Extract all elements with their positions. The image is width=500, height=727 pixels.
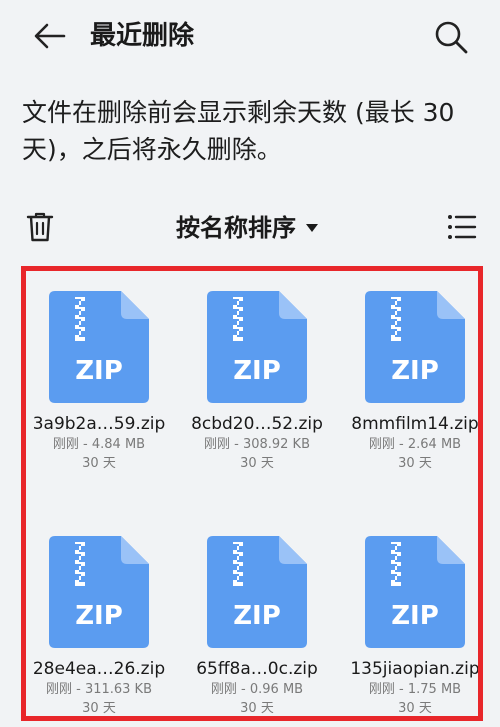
file-name: 3a9b2a…59.zip — [32, 414, 166, 434]
zip-badge: ZIP — [75, 601, 123, 631]
zip-file-icon: ZIP — [49, 536, 149, 648]
file-item[interactable]: ZIP 8cbd20…52.zip 刚刚 - 308.92 KB 30 天 — [189, 271, 343, 481]
delete-button[interactable] — [22, 208, 58, 246]
list-view-icon — [448, 215, 477, 239]
file-meta: 刚刚 - 311.63 KB — [45, 682, 153, 697]
file-item[interactable]: ZIP 28e4ea…26.zip 刚刚 - 311.63 KB 30 天 — [31, 516, 185, 716]
file-meta: 刚刚 - 2.64 MB — [368, 437, 462, 452]
file-grid-highlight: ZIP 3a9b2a…59.zip 刚刚 - 4.84 MB 30 天 ZIP … — [21, 266, 483, 721]
file-meta: 刚刚 - 0.96 MB — [210, 682, 304, 697]
file-item[interactable]: ZIP 3a9b2a…59.zip 刚刚 - 4.84 MB 30 天 — [31, 271, 185, 481]
zip-badge: ZIP — [391, 601, 439, 631]
zip-badge: ZIP — [233, 356, 281, 386]
zip-file-icon: ZIP — [207, 536, 307, 648]
zip-badge: ZIP — [391, 356, 439, 386]
file-item[interactable]: ZIP 65ff8a…0c.zip 刚刚 - 0.96 MB 30 天 — [189, 516, 343, 716]
page-title: 最近删除 — [90, 21, 195, 51]
file-meta: 刚刚 - 1.75 MB — [368, 682, 462, 697]
file-item[interactable]: ZIP 8mmfilm14.zip 刚刚 - 2.64 MB 30 天 — [347, 271, 478, 481]
file-days-remaining: 30 天 — [398, 456, 432, 471]
file-name: 65ff8a…0c.zip — [196, 659, 318, 679]
file-name: 28e4ea…26.zip — [32, 659, 166, 679]
view-toggle-button[interactable] — [444, 208, 480, 246]
search-button[interactable] — [428, 14, 474, 60]
zip-file-icon: ZIP — [365, 291, 465, 403]
zip-badge: ZIP — [233, 601, 281, 631]
back-arrow-icon — [34, 23, 66, 49]
zip-file-icon: ZIP — [365, 536, 465, 648]
toolbar: 按名称排序 — [0, 200, 500, 256]
app-header: 最近删除 — [0, 0, 500, 72]
file-days-remaining: 30 天 — [240, 456, 274, 471]
trash-icon — [26, 212, 54, 242]
file-name: 8cbd20…52.zip — [191, 414, 323, 434]
file-days-remaining: 30 天 — [82, 701, 116, 716]
file-days-remaining: 30 天 — [240, 701, 274, 716]
zip-file-icon: ZIP — [207, 291, 307, 403]
file-name: 8mmfilm14.zip — [351, 414, 479, 434]
zip-file-icon: ZIP — [49, 291, 149, 403]
file-name: 135jiaopian.zip — [350, 659, 480, 679]
file-days-remaining: 30 天 — [82, 456, 116, 471]
sort-dropdown[interactable]: 按名称排序 — [176, 210, 318, 246]
caret-down-icon — [306, 224, 318, 232]
file-days-remaining: 30 天 — [398, 701, 432, 716]
file-item[interactable]: ZIP 135jiaopian.zip 刚刚 - 1.75 MB 30 天 — [347, 516, 478, 716]
zip-badge: ZIP — [75, 356, 123, 386]
search-icon — [435, 21, 468, 54]
sort-label: 按名称排序 — [176, 214, 296, 242]
retention-info-text: 文件在删除前会显示剩余天数 (最长 30 天)，之后将永久删除。 — [22, 98, 455, 164]
file-meta: 刚刚 - 308.92 KB — [203, 437, 311, 452]
file-meta: 刚刚 - 4.84 MB — [52, 437, 146, 452]
back-button[interactable] — [28, 16, 72, 56]
